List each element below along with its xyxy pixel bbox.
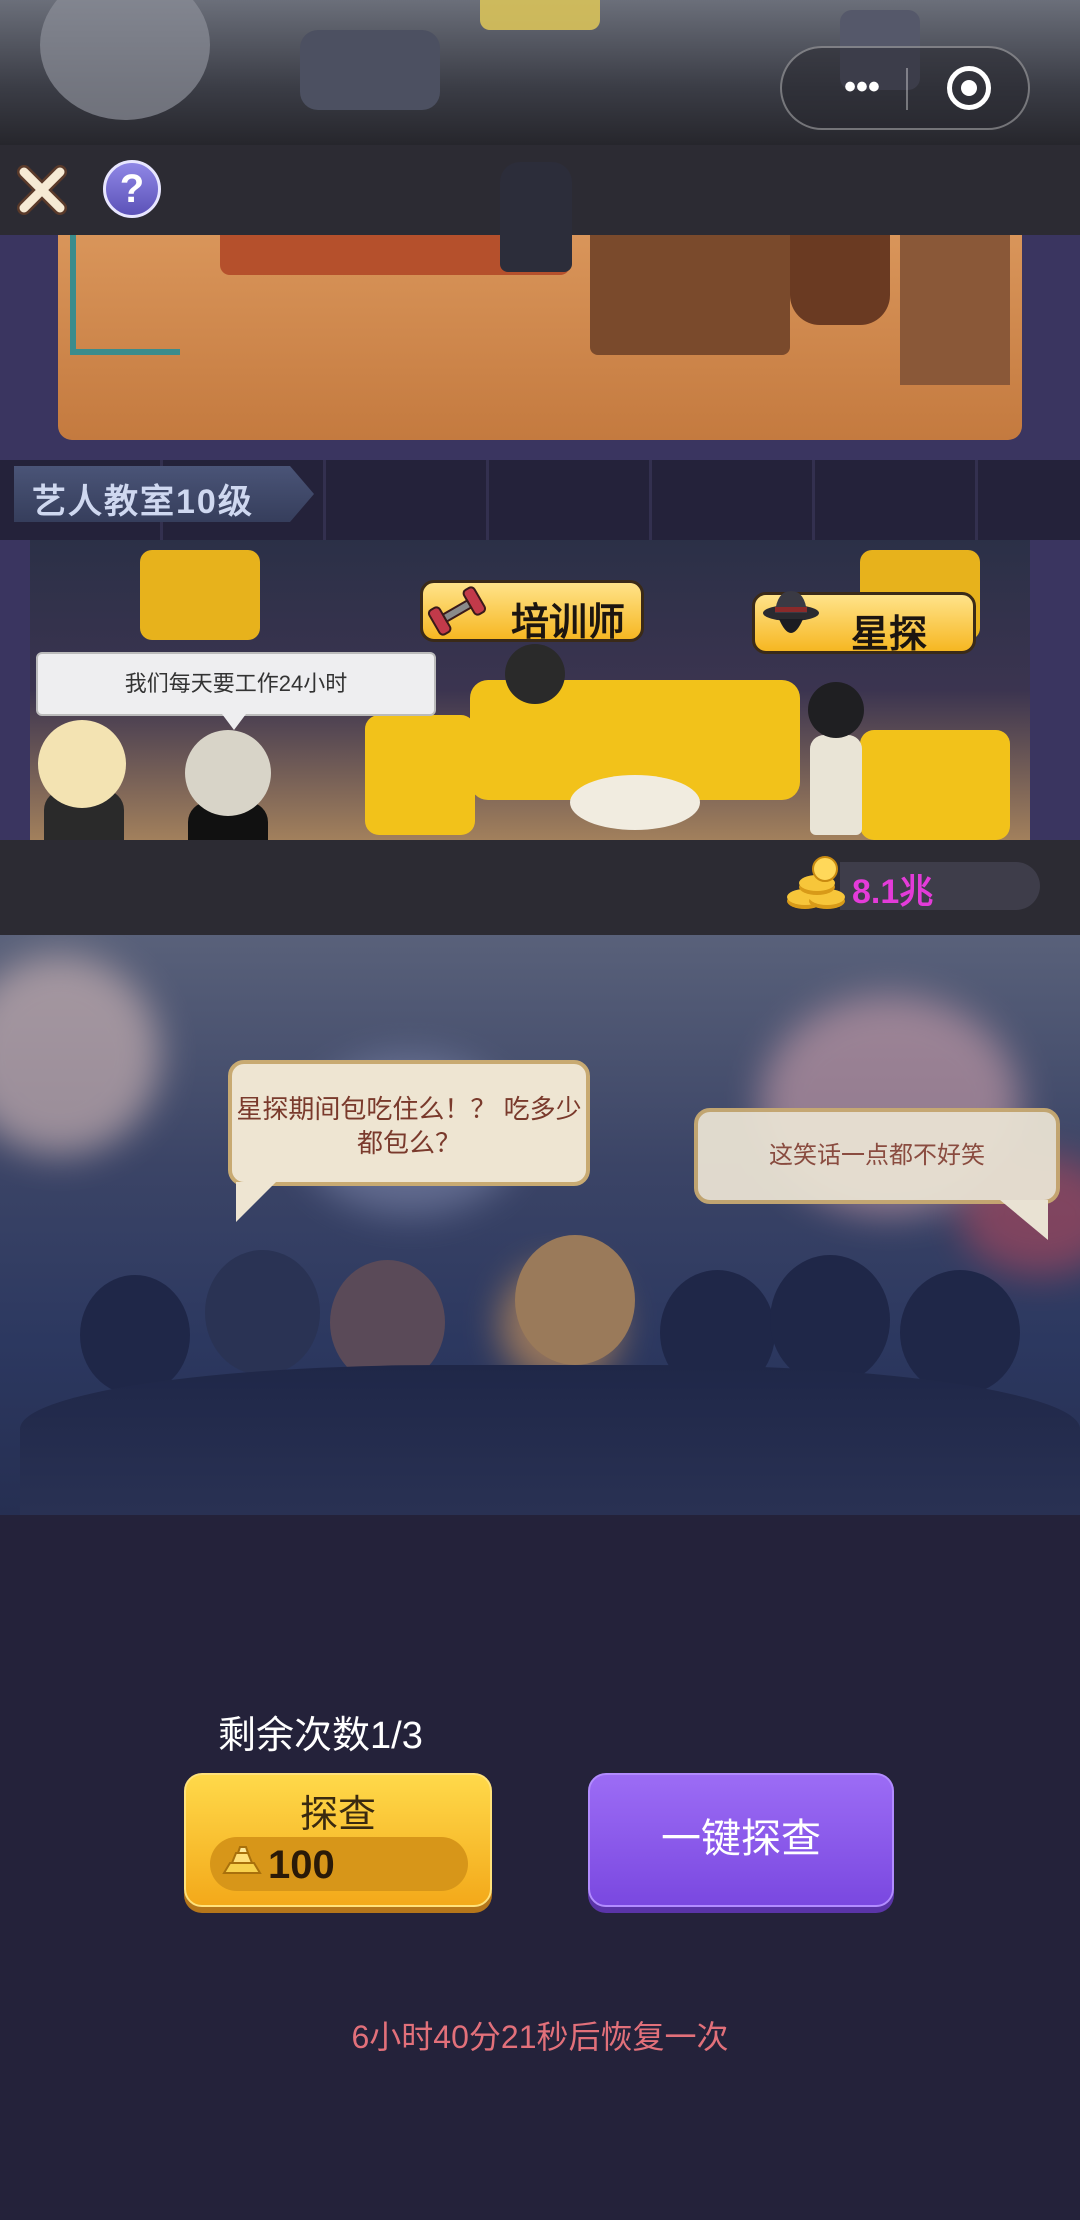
bokeh-light <box>0 955 160 1155</box>
artist-character[interactable] <box>38 720 126 808</box>
speech-bubble-tail <box>222 714 246 730</box>
artist-character[interactable] <box>185 730 271 816</box>
cabinet <box>900 235 1010 385</box>
investigate-label: 探查 <box>299 1794 376 1836</box>
character-speech-bubble: 我们每天要工作24小时 <box>36 652 436 716</box>
capsule-divider <box>906 68 908 110</box>
speech-bubble-tail <box>1000 1200 1048 1240</box>
crowd-silhouette <box>515 1235 635 1365</box>
scout-character-body <box>810 735 862 835</box>
speech-bubble-tail <box>236 1182 276 1222</box>
scout-character[interactable] <box>808 682 864 738</box>
role-tag-trainer[interactable]: 培训师 <box>420 580 644 644</box>
desk <box>590 235 790 355</box>
scene-decoration <box>300 30 440 110</box>
crowd-silhouette <box>205 1250 320 1375</box>
gold-ingot-icon <box>222 1846 262 1874</box>
dumbbell-icon <box>427 586 487 636</box>
yellow-armchair <box>365 715 475 835</box>
cost-value: 100 <box>268 1843 335 1887</box>
trainer-character-body <box>500 162 572 272</box>
crowd-bodies <box>20 1365 1080 1515</box>
investigate-button[interactable]: 探查 100 <box>184 1773 492 1907</box>
yellow-armchair <box>140 550 260 640</box>
trainer-character[interactable] <box>505 644 565 704</box>
more-dots-icon[interactable]: ••• <box>822 70 902 106</box>
round-table <box>570 775 700 830</box>
question-icon[interactable]: ? <box>103 160 161 218</box>
scene-decoration <box>480 0 600 30</box>
scene-decoration <box>40 0 210 120</box>
yellow-armchair <box>860 730 1010 840</box>
crowd-scene <box>0 935 1080 1515</box>
role-tag-scout[interactable]: 星探 <box>752 591 976 656</box>
cost-pill: 100 <box>210 1837 468 1891</box>
floor-label-text: 艺人教室10级 <box>32 483 254 521</box>
office-chair <box>790 235 890 325</box>
crowd-speech-bubble-left: 星探期间包吃住么！？ 吃多少都包么？ <box>228 1060 590 1186</box>
crowd-silhouette <box>80 1275 190 1395</box>
currency-value: 8.1兆 <box>852 873 934 911</box>
role-trainer-label: 培训师 <box>511 602 626 644</box>
floor-label: 艺人教室10级 <box>14 466 314 522</box>
crowd-silhouette <box>900 1270 1020 1395</box>
role-scout-label: 星探 <box>851 614 928 656</box>
one-key-investigate-button[interactable]: 一键探查 <box>588 1773 894 1907</box>
detective-hat-icon <box>763 591 819 633</box>
crowd-silhouette <box>770 1255 890 1385</box>
remaining-count: 剩余次数1/3 <box>218 1715 423 1757</box>
crowd-speech-bubble-right: 这笑话一点都不好笑 <box>694 1108 1060 1204</box>
gold-coin-stack-icon <box>787 856 845 909</box>
close-x-icon[interactable] <box>14 162 70 218</box>
mini-program-capsule: ••• <box>780 46 1030 130</box>
recover-timer: 6小时40分21秒后恢复一次 <box>351 2019 729 2055</box>
stair-railing <box>70 235 180 355</box>
target-circle-icon[interactable] <box>947 66 991 110</box>
